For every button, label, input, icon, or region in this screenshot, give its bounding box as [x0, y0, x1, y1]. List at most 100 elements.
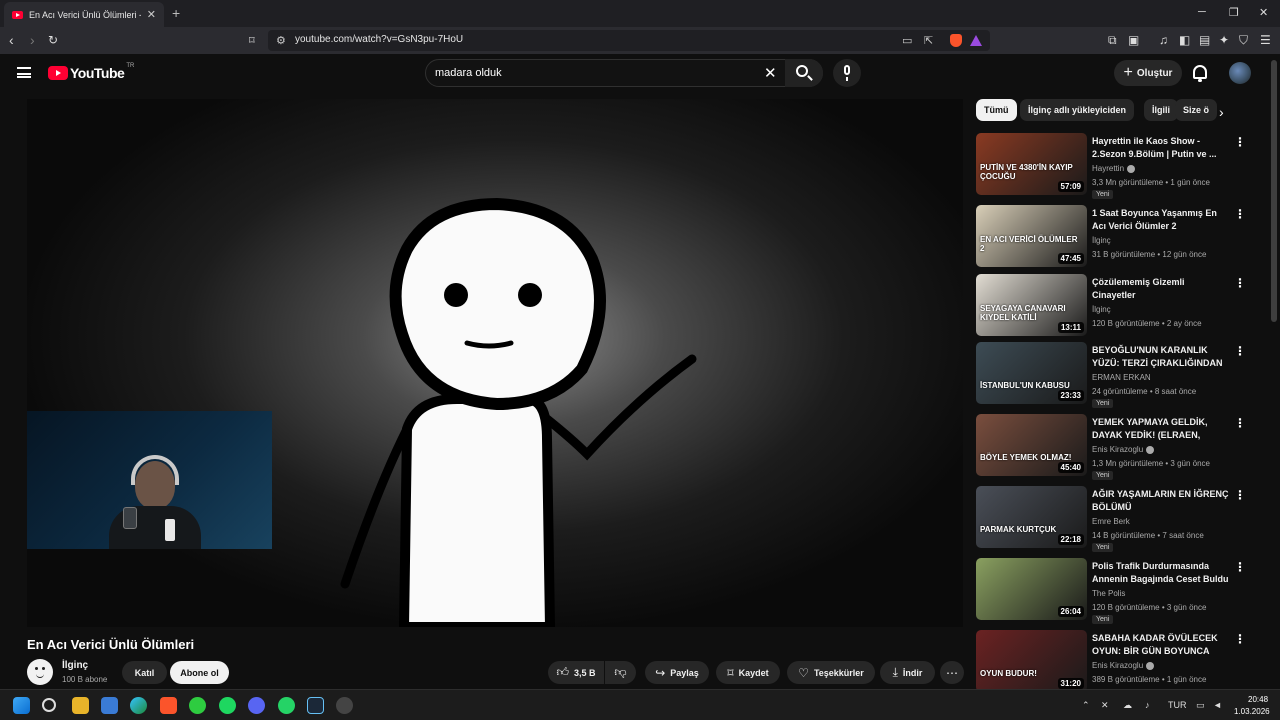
reload-icon[interactable]: ↻: [48, 33, 58, 47]
more-vertical-icon[interactable]: ⋮: [1234, 416, 1246, 430]
bookmark-icon[interactable]: ⌑: [249, 34, 255, 47]
volume-icon[interactable]: ◄: [1213, 700, 1222, 710]
more-vertical-icon[interactable]: ⋮: [1234, 560, 1246, 574]
video-title-link[interactable]: BEYOĞLU'NUN KARANLIK YÜZÜ: TERZİ ÇIRAKLI…: [1092, 344, 1230, 370]
like-button[interactable]: 👍︎ 3,5 B: [548, 661, 604, 684]
restore-icon[interactable]: ❐: [1229, 6, 1239, 19]
account-avatar[interactable]: [1229, 62, 1251, 84]
more-actions-button[interactable]: ⋯: [940, 661, 964, 684]
channel-name[interactable]: İlginç: [1092, 236, 1111, 245]
tray-app-icon[interactable]: ✕: [1101, 700, 1109, 711]
notifications-bell-icon[interactable]: [1193, 65, 1207, 82]
video-thumbnail[interactable]: PARMAK KURTÇUK 22:18: [976, 486, 1087, 548]
more-vertical-icon[interactable]: ⋮: [1234, 632, 1246, 646]
video-title-link[interactable]: SABAHA KADAR ÖVÜLECEK OYUN: BİR GÜN BOYU…: [1092, 632, 1230, 658]
page-scrollbar[interactable]: [1271, 60, 1277, 322]
search-taskbar-icon[interactable]: [42, 698, 56, 712]
brave-icon[interactable]: [160, 697, 177, 714]
chip-related[interactable]: İlgili: [1144, 99, 1178, 121]
whatsapp-icon[interactable]: [278, 697, 295, 714]
save-button[interactable]: ⌑ Kaydet: [716, 661, 780, 684]
recommendation-item[interactable]: 26:04 Polis Trafik Durdurmasında Annenin …: [976, 558, 1256, 624]
channel-row[interactable]: The Polis: [1092, 589, 1125, 598]
channel-row[interactable]: Emre Berk: [1092, 517, 1130, 526]
channel-name[interactable]: İlginç: [1092, 305, 1111, 314]
recommendation-item[interactable]: EN ACI VERİCİ ÖLÜMLER 2 47:45 1 Saat Boyun…: [976, 205, 1256, 271]
clock-date[interactable]: 1.03.2026: [1234, 707, 1270, 716]
channel-avatar[interactable]: [27, 659, 53, 685]
tray-expand-icon[interactable]: ⌃: [1082, 700, 1090, 711]
cloud-icon[interactable]: ☁: [1123, 700, 1132, 711]
search-query[interactable]: madara olduk: [435, 67, 502, 79]
recommendation-item[interactable]: BÖYLE YEMEK OLMAZ! 45:40 YEMEK YAPMAYA GEL…: [976, 414, 1256, 480]
channel-name[interactable]: Hayrettin: [1092, 164, 1124, 173]
channel-name[interactable]: İlginç: [62, 660, 88, 671]
create-button[interactable]: + Oluştur: [1114, 60, 1182, 86]
extensions-icon[interactable]: ⧉: [1108, 33, 1117, 48]
sidebar-icon[interactable]: ◧: [1179, 33, 1190, 47]
channel-row[interactable]: ERMAN ERKAN: [1092, 373, 1151, 382]
video-thumbnail[interactable]: PUTİN VE 4380'İN KAYIP ÇOCUĞU 57:09: [976, 133, 1087, 195]
browser-tab[interactable]: En Acı Verici Ünlü Ölümleri - You ✕: [4, 2, 164, 27]
music-icon[interactable]: ♫: [1159, 33, 1168, 47]
window-close-icon[interactable]: ✕: [1259, 6, 1268, 19]
channel-row[interactable]: İlginç: [1092, 236, 1111, 245]
browser-menu-icon[interactable]: ☰: [1260, 33, 1271, 47]
video-thumbnail[interactable]: 26:04: [976, 558, 1087, 620]
minimize-icon[interactable]: ─: [1198, 6, 1206, 18]
brave-shield-icon[interactable]: [950, 34, 962, 47]
video-thumbnail[interactable]: OYUN BUDUR! 31:20: [976, 630, 1087, 692]
channel-name[interactable]: Enis Kirazoglu: [1092, 445, 1143, 454]
thanks-button[interactable]: ♡ Teşekkürler: [787, 661, 875, 684]
edge-icon[interactable]: [130, 697, 147, 714]
recommendation-item[interactable]: SEYAGAYA CANAVARI KIYDEL KATİLİ 13:11 Çözü…: [976, 274, 1256, 340]
more-vertical-icon[interactable]: ⋮: [1234, 344, 1246, 358]
video-title-link[interactable]: AĞIR YAŞAMLARIN EN İĞRENÇ BÖLÜMÜ: [1092, 488, 1230, 514]
search-input[interactable]: madara olduk ✕: [425, 59, 823, 87]
video-thumbnail[interactable]: BÖYLE YEMEK OLMAZ! 45:40: [976, 414, 1087, 476]
recommendation-item[interactable]: OYUN BUDUR! 31:20 SABAHA KADAR ÖVÜLECEK OY…: [976, 630, 1256, 696]
voice-search-button[interactable]: [833, 59, 861, 87]
clear-search-icon[interactable]: ✕: [764, 64, 777, 82]
video-title-link[interactable]: Polis Trafik Durdurmasında Annenin Bagaj…: [1092, 560, 1230, 586]
chip-for-you[interactable]: Size ö: [1175, 99, 1218, 121]
recommendation-item[interactable]: İSTANBUL'UN KABUSU 23:33 BEYOĞLU'NUN KARAN…: [976, 342, 1256, 408]
channel-row[interactable]: İlginç: [1092, 305, 1111, 314]
channel-name[interactable]: Emre Berk: [1092, 517, 1130, 526]
recommendation-item[interactable]: PUTİN VE 4380'İN KAYIP ÇOCUĞU 57:09 Hayret…: [976, 133, 1256, 199]
guide-menu-icon[interactable]: [17, 67, 31, 78]
forward-icon[interactable]: ›: [30, 32, 35, 48]
video-title-link[interactable]: YEMEK YAPMAYA GELDİK, DAYAK YEDİK! (ELRA…: [1092, 416, 1230, 442]
join-button[interactable]: Katıl: [122, 661, 167, 684]
video-title-link[interactable]: Hayrettin ile Kaos Show - 2.Sezon 9.Bölü…: [1092, 135, 1230, 161]
chip-all[interactable]: Tümü: [976, 99, 1017, 121]
channel-name[interactable]: ERMAN ERKAN: [1092, 373, 1151, 382]
video-title-link[interactable]: 1 Saat Boyunca Yaşanmış En Acı Verici Öl…: [1092, 207, 1230, 233]
microphone-tray-icon[interactable]: ♪: [1145, 700, 1150, 710]
channel-row[interactable]: Enis Kirazoglu: [1092, 661, 1155, 670]
youtube-logo[interactable]: YouTube TR: [48, 63, 134, 81]
vpn-icon[interactable]: ⛉: [1239, 33, 1248, 48]
screenshot-icon[interactable]: ▣: [1128, 33, 1139, 47]
brave-rewards-icon[interactable]: [970, 35, 982, 46]
more-vertical-icon[interactable]: ⋮: [1234, 276, 1246, 290]
network-icon[interactable]: ▭: [1196, 700, 1205, 711]
discord-icon[interactable]: [248, 697, 265, 714]
back-icon[interactable]: ‹: [9, 32, 14, 48]
more-vertical-icon[interactable]: ⋮: [1234, 488, 1246, 502]
chat-app-icon[interactable]: [189, 697, 206, 714]
video-title-link[interactable]: Çözülememiş Gizemli Cinayetler: [1092, 276, 1230, 302]
windows-start-icon[interactable]: [13, 697, 30, 714]
channel-name[interactable]: Enis Kirazoglu: [1092, 661, 1143, 670]
tab-close-icon[interactable]: ✕: [147, 8, 156, 21]
share-page-icon[interactable]: ⇱: [924, 34, 933, 47]
clock-time[interactable]: 20:48: [1248, 695, 1268, 704]
site-settings-icon[interactable]: ⚙: [276, 34, 286, 47]
more-vertical-icon[interactable]: ⋮: [1234, 207, 1246, 221]
input-language[interactable]: TUR: [1168, 700, 1187, 710]
subscribe-button[interactable]: Abone ol: [170, 661, 229, 684]
dislike-button[interactable]: 👎︎: [605, 661, 636, 684]
video-thumbnail[interactable]: İSTANBUL'UN KABUSU 23:33: [976, 342, 1087, 404]
more-vertical-icon[interactable]: ⋮: [1234, 135, 1246, 149]
channel-name[interactable]: The Polis: [1092, 589, 1125, 598]
